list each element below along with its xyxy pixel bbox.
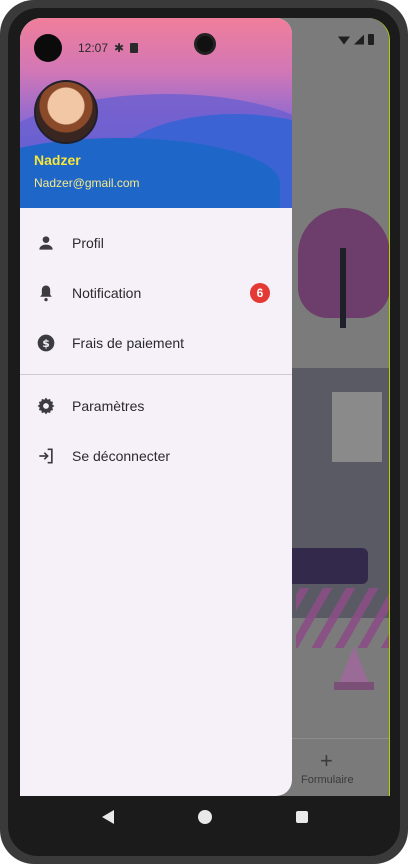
drawer-header: 12:07 ✱ Nadzer Nadzer@gmail.com: [20, 18, 292, 208]
dollar-circle-icon: $: [36, 333, 56, 353]
menu-item-parametres[interactable]: Paramètres: [20, 381, 292, 431]
status-icons: [338, 34, 374, 45]
wifi-icon: [338, 36, 350, 45]
home-icon[interactable]: [198, 810, 212, 824]
sd-card-icon: [130, 43, 139, 53]
tree-trunk: [340, 248, 346, 328]
svg-text:$: $: [42, 337, 50, 350]
formulaire-tab-label[interactable]: Formulaire: [301, 774, 354, 786]
iso-panel: [332, 392, 382, 462]
user-name: Nadzer: [34, 152, 81, 168]
bell-icon: [36, 283, 56, 303]
traffic-cone-illustration: [338, 646, 370, 686]
person-icon: [36, 233, 56, 253]
menu-item-profil[interactable]: Profil: [20, 218, 292, 268]
menu-item-label: Notification: [72, 285, 142, 301]
menu-item-label: Frais de paiement: [72, 335, 185, 351]
menu-item-frais-de-paiement[interactable]: $ Frais de paiement: [20, 318, 292, 368]
menu-item-label: Se déconnecter: [72, 448, 171, 464]
system-navigation-bar: [20, 796, 390, 838]
status-bar: 12:07 ✱: [34, 34, 139, 62]
camera-cutout: [34, 34, 62, 62]
iso-banner: [290, 548, 368, 584]
gear-icon: [36, 396, 56, 416]
battery-icon: [368, 34, 374, 45]
recents-icon[interactable]: [296, 811, 308, 823]
menu-item-se-deconnecter[interactable]: Se déconnecter: [20, 431, 292, 481]
settings-status-icon: ✱: [114, 41, 125, 55]
navigation-drawer: 12:07 ✱ Nadzer Nadzer@gmail.com Profil N…: [20, 18, 292, 796]
logout-icon: [36, 446, 56, 466]
traffic-cone-base: [334, 682, 374, 690]
front-camera: [194, 33, 216, 55]
plus-icon[interactable]: +: [320, 748, 333, 774]
user-email: Nadzer@gmail.com: [34, 176, 140, 190]
screen: + Formulaire 12:07 ✱ Nadzer Nadzer@gmail…: [20, 18, 390, 796]
signal-icon: [354, 34, 364, 45]
menu-item-notification[interactable]: Notification 6: [20, 268, 292, 318]
drawer-menu: Profil Notification 6 $ Frais de paiemen…: [20, 218, 292, 481]
notification-badge: 6: [250, 283, 270, 303]
menu-item-label: Paramètres: [72, 398, 145, 414]
status-time: 12:07: [78, 41, 109, 55]
back-icon[interactable]: [102, 810, 114, 824]
menu-divider: [20, 374, 292, 375]
menu-item-label: Profil: [72, 235, 104, 251]
avatar[interactable]: [34, 80, 98, 144]
stripes-illustration: [296, 588, 389, 648]
